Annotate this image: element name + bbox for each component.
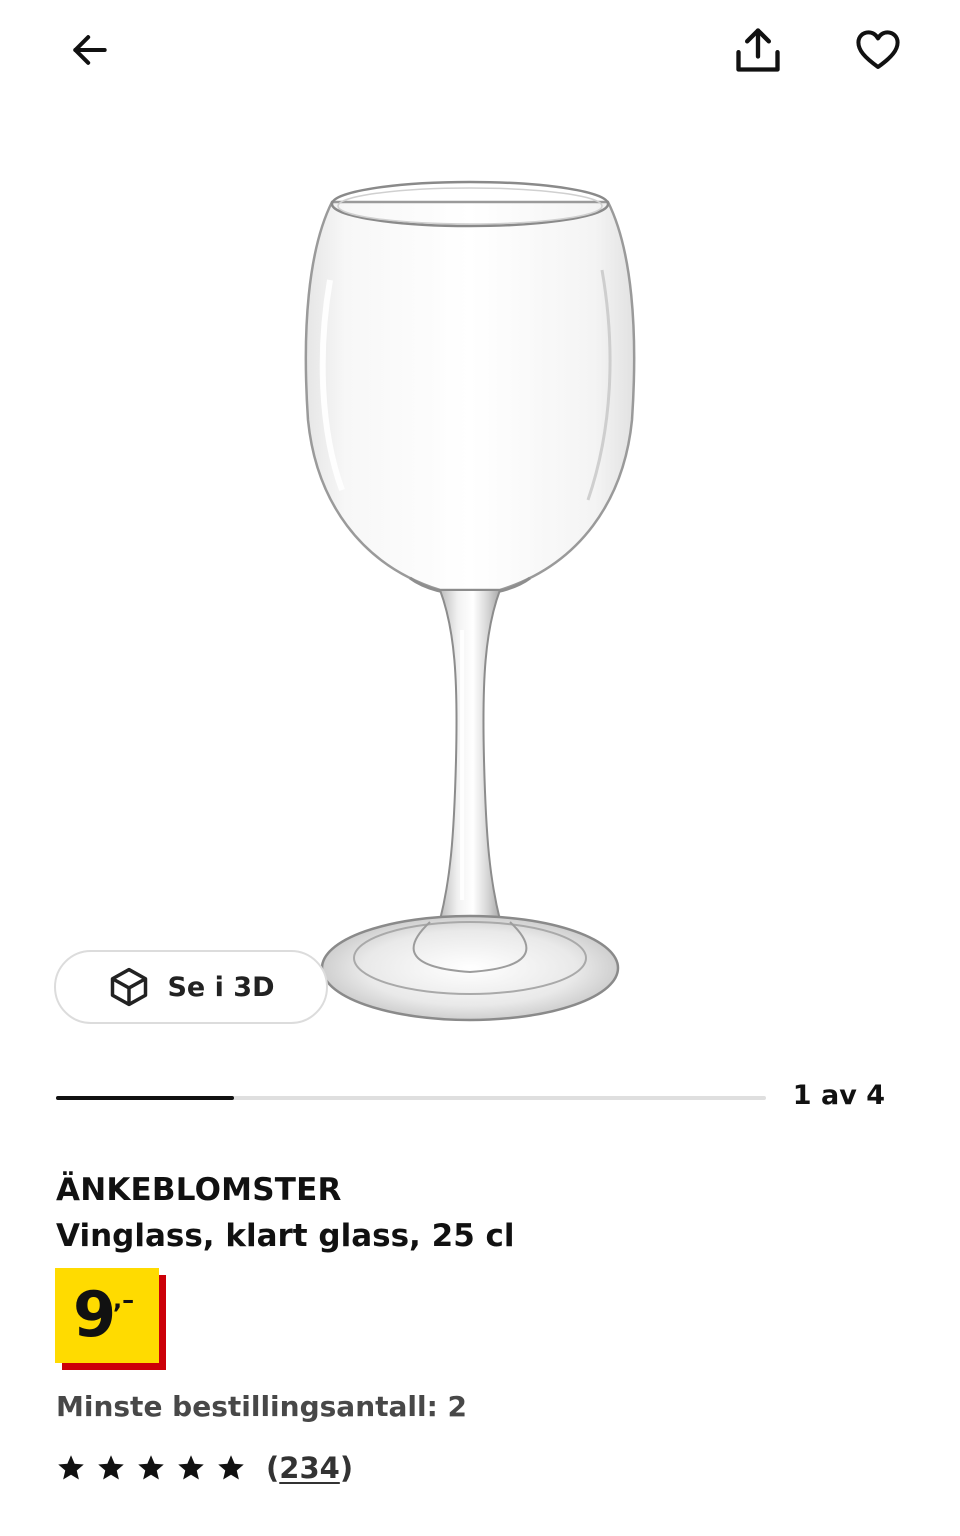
price-tag: 9 ,–: [55, 1268, 159, 1363]
star-filled-icon: [56, 1453, 86, 1483]
gallery-progress-fill: [56, 1096, 234, 1100]
share-button[interactable]: [726, 18, 790, 82]
rating-stars: [56, 1453, 246, 1483]
star-filled-icon: [96, 1453, 126, 1483]
cube-3d-icon: [111, 967, 148, 1007]
arrow-left-icon: [73, 35, 107, 65]
minimum-order-quantity: Minste bestillingsantall: 2: [56, 1390, 468, 1423]
product-description: Vinglass, klart glass, 25 cl: [56, 1218, 515, 1254]
rating[interactable]: (234): [56, 1446, 353, 1490]
review-count-link[interactable]: (234): [266, 1451, 353, 1485]
price-suffix: ,–: [113, 1286, 135, 1314]
back-button[interactable]: [58, 18, 122, 82]
star-filled-icon: [216, 1453, 246, 1483]
gallery-page-indicator: 1 av 4: [792, 1080, 885, 1111]
favorite-button[interactable]: [846, 18, 910, 82]
share-upload-icon: [736, 28, 780, 72]
product-name: ÄNKEBLOMSTER: [56, 1172, 342, 1208]
price-value: 9: [73, 1278, 116, 1351]
review-count-close: ): [339, 1451, 354, 1485]
review-count: 234: [279, 1451, 340, 1485]
gallery-progress-bar[interactable]: [56, 1096, 766, 1100]
product-image[interactable]: [290, 160, 650, 1040]
star-filled-icon: [176, 1453, 206, 1483]
view-in-3d-button[interactable]: Se i 3D: [54, 950, 328, 1024]
star-filled-icon: [136, 1453, 166, 1483]
view-in-3d-label: Se i 3D: [167, 971, 275, 1003]
review-count-open: (: [266, 1451, 280, 1485]
heart-outline-icon: [856, 30, 900, 69]
